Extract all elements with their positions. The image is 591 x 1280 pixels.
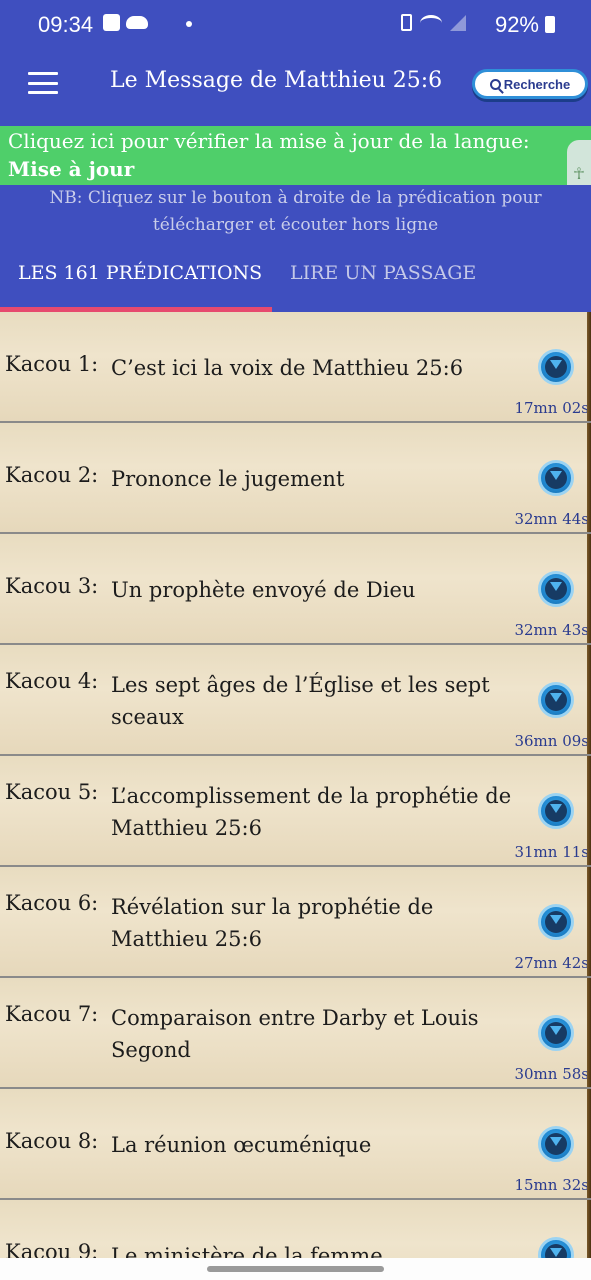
- wifi-icon: [420, 14, 442, 31]
- signal-icon: [450, 14, 466, 31]
- sermon-item[interactable]: Kacou 5: L’accomplissement de la prophét…: [0, 756, 591, 867]
- download-icon[interactable]: [538, 571, 574, 607]
- sermon-number: Kacou 9:: [5, 1240, 99, 1258]
- sermon-item[interactable]: Kacou 9: Le ministère de la femme: [0, 1200, 591, 1258]
- battery-percent: 92%: [494, 12, 539, 37]
- sermon-title: Les sept âges de l’Église et les sept sc…: [111, 673, 490, 729]
- tab-lire-passage[interactable]: LIRE UN PASSAGE: [290, 262, 476, 284]
- status-time: 09:34: [38, 12, 94, 37]
- download-icon[interactable]: [538, 682, 574, 718]
- sermon-item[interactable]: Kacou 6: Révélation sur la prophétie de …: [0, 867, 591, 978]
- sermon-item[interactable]: Kacou 8: La réunion œcuménique 15mn 32s: [0, 1089, 591, 1200]
- battery-icon: [545, 16, 555, 33]
- update-banner-text: Cliquez ici pour vérifier la mise à jour…: [8, 129, 530, 153]
- download-icon[interactable]: [538, 793, 574, 829]
- search-button[interactable]: Recherche: [472, 69, 588, 99]
- search-icon: [489, 78, 501, 90]
- download-icon[interactable]: [538, 1126, 574, 1162]
- sermon-title: Révélation sur la prophétie de Matthieu …: [111, 895, 434, 951]
- hamburger-menu-icon[interactable]: [28, 72, 58, 94]
- sermon-duration: 27mn 42s: [514, 954, 589, 972]
- sermon-duration: 17mn 02s: [514, 399, 589, 417]
- sermon-number: Kacou 7:: [5, 1002, 99, 1026]
- sermon-duration: 15mn 32s: [514, 1176, 589, 1194]
- sermon-item[interactable]: Kacou 3: Un prophète envoyé de Dieu 32mn…: [0, 534, 591, 645]
- status-bar: 09:34 92%: [0, 0, 591, 41]
- sermon-number: Kacou 8:: [5, 1129, 99, 1153]
- tab-bar: LES 161 PRÉDICATIONS LIRE UN PASSAGE: [0, 240, 591, 312]
- sermon-number: Kacou 1:: [5, 352, 99, 376]
- sermon-title: C’est ici la voix de Matthieu 25:6: [111, 356, 464, 380]
- sermon-item[interactable]: Kacou 1: C’est ici la voix de Matthieu 2…: [0, 312, 591, 423]
- sermon-duration: 32mn 44s: [514, 510, 589, 528]
- sermon-number: Kacou 4:: [5, 669, 99, 693]
- status-icons-left: [103, 14, 148, 31]
- navigation-bar: [0, 1258, 591, 1280]
- cloud-icon: [126, 16, 148, 29]
- sermon-title: La réunion œcuménique: [111, 1133, 372, 1157]
- gallery-icon: [103, 14, 120, 31]
- sermon-duration: 31mn 11s: [514, 843, 589, 861]
- sermon-number: Kacou 3:: [5, 574, 99, 598]
- search-button-label: Recherche: [503, 76, 571, 92]
- sermon-title: Le ministère de la femme: [111, 1244, 383, 1258]
- sermon-item[interactable]: Kacou 7: Comparaison entre Darby et Loui…: [0, 978, 591, 1089]
- app-bar: Le Message de Matthieu 25:6 Recherche: [0, 41, 591, 126]
- sermon-title: Prononce le jugement: [111, 467, 345, 491]
- download-icon[interactable]: [538, 904, 574, 940]
- home-gesture-handle[interactable]: [207, 1266, 384, 1272]
- download-icon[interactable]: [538, 1237, 574, 1258]
- status-icons-right: [401, 14, 466, 31]
- sermon-title: Comparaison entre Darby et Louis Segond: [111, 1006, 479, 1062]
- download-icon[interactable]: [538, 460, 574, 496]
- download-icon[interactable]: [538, 349, 574, 385]
- update-banner-link[interactable]: Mise à jour: [8, 157, 134, 181]
- tab-predications[interactable]: LES 161 PRÉDICATIONS: [18, 262, 262, 284]
- sermon-number: Kacou 2:: [5, 463, 99, 487]
- sermon-item[interactable]: Kacou 2: Prononce le jugement 32mn 44s: [0, 423, 591, 534]
- sermon-number: Kacou 5:: [5, 780, 99, 804]
- sermon-title: L’accomplissement de la prophétie de Mat…: [111, 784, 512, 840]
- sermon-title: Un prophète envoyé de Dieu: [111, 578, 416, 602]
- sermon-list: Kacou 1: C’est ici la voix de Matthieu 2…: [0, 312, 591, 1258]
- sermon-item[interactable]: Kacou 4: Les sept âges de l’Église et le…: [0, 645, 591, 756]
- sermon-number: Kacou 6:: [5, 891, 99, 915]
- sermon-duration: 30mn 58s: [514, 1065, 589, 1083]
- sermon-duration: 36mn 09s: [514, 732, 589, 750]
- language-update-banner[interactable]: Cliquez ici pour vérifier la mise à jour…: [0, 126, 591, 185]
- app-title: Le Message de Matthieu 25:6: [110, 68, 443, 93]
- sermon-duration: 32mn 43s: [514, 621, 589, 639]
- download-icon[interactable]: [538, 1015, 574, 1051]
- notification-dot-icon: [186, 21, 192, 27]
- battery-saver-icon: [401, 14, 412, 31]
- download-note: NB: Cliquez sur le bouton à droite de la…: [0, 185, 591, 240]
- accessibility-icon: ☥: [573, 164, 585, 183]
